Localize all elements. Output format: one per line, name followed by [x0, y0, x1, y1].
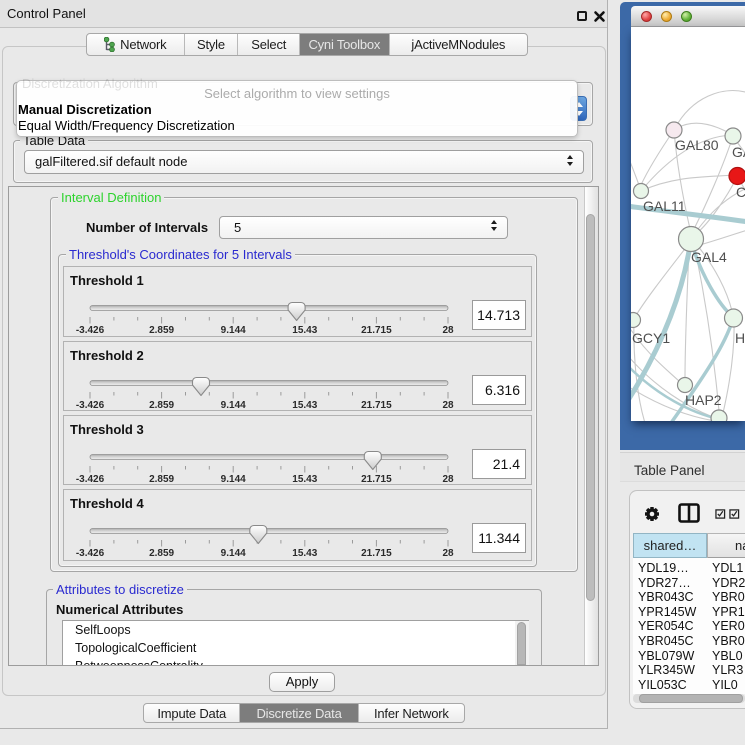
svg-text:HIS: HIS	[735, 330, 745, 346]
svg-text:15.43: 15.43	[292, 548, 317, 559]
svg-text:-3.426: -3.426	[76, 325, 105, 336]
svg-text:28: 28	[442, 474, 454, 484]
svg-text:-3.426: -3.426	[76, 400, 105, 410]
svg-text:9.144: 9.144	[221, 325, 246, 336]
svg-text:28: 28	[442, 548, 454, 559]
svg-text:HAP2: HAP2	[685, 392, 722, 408]
svg-text:GCY1: GCY1	[632, 330, 670, 346]
svg-text:21.715: 21.715	[361, 325, 392, 336]
svg-text:-3.426: -3.426	[76, 548, 105, 559]
svg-text:2.859: 2.859	[149, 400, 174, 410]
svg-text:-3.426: -3.426	[76, 474, 105, 484]
svg-text:9.144: 9.144	[221, 548, 246, 559]
svg-text:GAL80: GAL80	[675, 137, 719, 153]
svg-text:28: 28	[442, 325, 454, 336]
svg-text:21.715: 21.715	[361, 548, 392, 559]
svg-text:9.144: 9.144	[221, 400, 246, 410]
svg-text:2.859: 2.859	[149, 548, 174, 559]
svg-text:15.43: 15.43	[292, 400, 317, 410]
svg-text:GAL: GAL	[732, 144, 745, 160]
svg-text:GAL11: GAL11	[643, 198, 686, 214]
svg-text:CD: CD	[736, 184, 745, 200]
svg-text:28: 28	[442, 400, 454, 410]
svg-text:15.43: 15.43	[292, 325, 317, 336]
svg-text:2.859: 2.859	[149, 474, 174, 484]
svg-text:GAL4: GAL4	[691, 249, 727, 265]
svg-text:2.859: 2.859	[149, 325, 174, 336]
svg-text:21.715: 21.715	[361, 474, 392, 484]
svg-text:21.715: 21.715	[361, 400, 392, 410]
svg-text:15.43: 15.43	[292, 474, 317, 484]
svg-text:9.144: 9.144	[221, 474, 246, 484]
